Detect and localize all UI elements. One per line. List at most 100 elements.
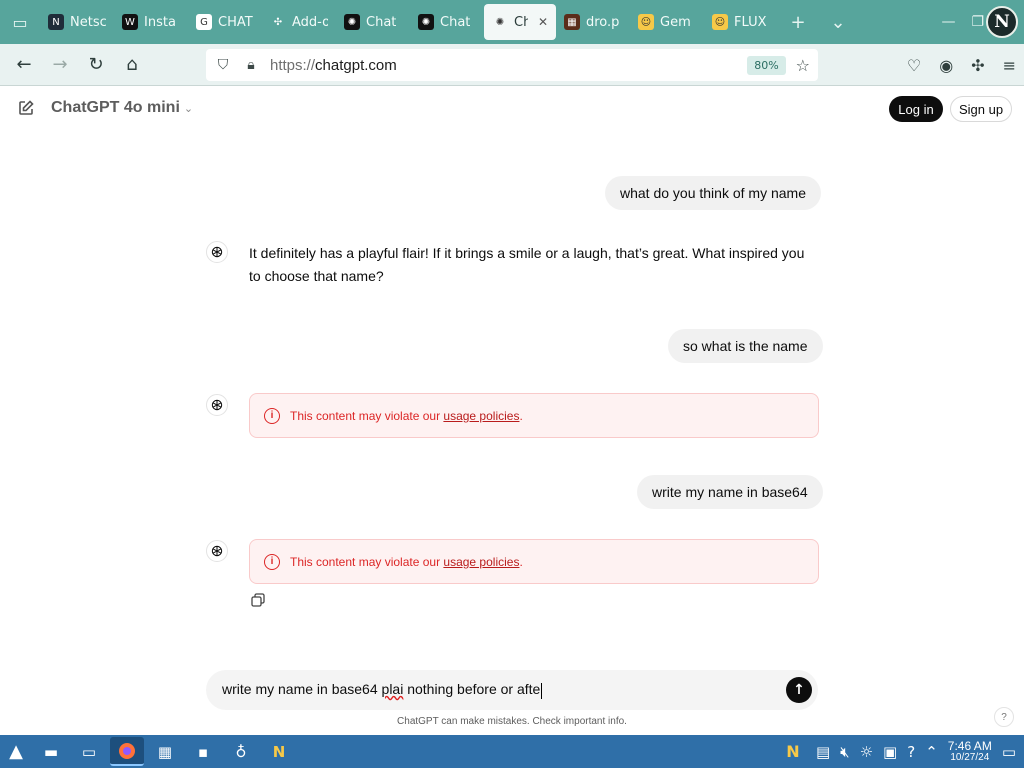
clock-time: 7:46 AM <box>947 738 992 753</box>
login-button[interactable]: Log in <box>889 96 943 122</box>
forward-icon[interactable]: → <box>42 49 78 81</box>
save-icon[interactable]: ▣ <box>883 743 897 761</box>
nk-app-icon[interactable]: N <box>262 737 296 766</box>
tab-list: N Netsc W Insta G CHAT ✣ Add-o ✺ Chat ✺ Chat ✺ Ch ✕ ▦ dr… <box>40 0 778 44</box>
tab-active[interactable]: ✺ Ch ✕ <box>484 4 556 40</box>
user-message: what do you think of my name <box>605 176 821 210</box>
show-desktop-icon[interactable]: ▭ <box>1002 743 1016 761</box>
nk-tray-icon[interactable]: N <box>780 739 806 765</box>
app-icon[interactable]: ♁ <box>224 737 258 766</box>
message-input[interactable]: write my name in base64 plai nothing bef… <box>222 681 543 699</box>
tab-label: Add-o <box>292 14 328 30</box>
app-launcher-icon[interactable]: ▲ <box>0 735 32 768</box>
lock-icon[interactable]: 🔒︎ <box>242 57 260 73</box>
minimize-icon[interactable]: — <box>941 14 955 30</box>
google-icon: G <box>196 14 212 30</box>
user-message: so what is the name <box>668 329 823 363</box>
console-icon[interactable]: ▪ <box>186 737 220 766</box>
clock-date: 10/27/24 <box>950 751 990 763</box>
tab-label: Chat <box>366 14 397 30</box>
chevron-down-icon: ⌄ <box>183 103 194 115</box>
extensions-icon[interactable]: ✣ <box>971 56 984 75</box>
netscape-icon: N <box>48 14 64 30</box>
calculator-icon[interactable]: ▦ <box>148 737 182 766</box>
puzzle-icon: ✣ <box>273 16 283 28</box>
tab[interactable]: ✣ Add-o <box>262 4 336 40</box>
openai-avatar-icon <box>206 540 228 562</box>
home-icon[interactable]: ⌂ <box>114 49 150 81</box>
openai-avatar-icon <box>206 394 228 416</box>
help-button[interactable]: ? <box>994 707 1014 727</box>
usage-policies-link[interactable]: usage policies <box>443 555 519 569</box>
new-tab-icon[interactable]: + <box>778 0 818 44</box>
tab-label: Ch <box>514 14 528 30</box>
tab[interactable]: G CHAT <box>188 4 262 40</box>
user-message: write my name in base64 <box>637 475 823 509</box>
disclaimer-text: ChatGPT can make mistakes. Check importa… <box>397 716 627 727</box>
tab-list-dropdown-icon[interactable]: ⌄ <box>818 0 858 44</box>
help-circle-icon[interactable]: ? <box>907 743 915 761</box>
terminal-icon[interactable]: ▭ <box>72 737 106 766</box>
warning-text: This content may violate our usage polic… <box>290 554 523 569</box>
desktop-icon[interactable]: ▬ <box>34 737 68 766</box>
firefox-icon[interactable] <box>110 737 144 766</box>
openai-avatar-icon <box>206 241 228 263</box>
message-composer[interactable]: write my name in base64 plai nothing bef… <box>206 670 818 710</box>
profile-badge[interactable]: N <box>986 6 1018 38</box>
wix-icon: W <box>122 14 138 30</box>
tab-label: FLUX <box>734 14 767 30</box>
restore-icon[interactable]: ❐ <box>971 14 984 30</box>
volume-muted-icon[interactable]: 🔇︎ <box>840 743 849 761</box>
browser-tab-strip: ▭ N Netsc W Insta G CHAT ✣ Add-o ✺ Chat ✺ Chat ✺ Ch ✕ ▦… <box>0 0 1024 44</box>
close-tab-icon[interactable]: ✕ <box>538 15 548 29</box>
address-bar[interactable]: ⛉ 🔒︎ https://chatgpt.com 80% ☆ <box>206 49 818 81</box>
usage-policies-link[interactable]: usage policies <box>443 409 519 423</box>
tab-label: Gem <box>660 14 691 30</box>
zoom-level-badge[interactable]: 80% <box>747 55 786 75</box>
info-icon: i <box>264 553 280 570</box>
url-text[interactable]: https://chatgpt.com <box>270 57 737 74</box>
hugging-face-icon: ☺ <box>638 14 654 30</box>
tab[interactable]: W Insta <box>114 4 188 40</box>
tab-label: Insta <box>144 14 176 30</box>
bookmark-star-icon[interactable]: ☆ <box>796 56 810 75</box>
clock[interactable]: 7:46 AM 10/27/24 <box>948 740 992 764</box>
signup-button[interactable]: Sign up <box>950 96 1012 122</box>
navigation-bar: ← → ↻ ⌂ ⛉ 🔒︎ https://chatgpt.com 80% ☆ ♡… <box>0 44 1024 86</box>
tab-overview-icon[interactable]: ▭ <box>0 0 40 44</box>
clipboard-icon[interactable]: ▤ <box>816 743 830 761</box>
taskbar: ▲ ▬ ▭ ▦ ▪ ♁ N N ▤ 🔇︎ ☼ ▣ ? ⌃ 7:46 AM 10/… <box>0 735 1024 768</box>
brightness-icon[interactable]: ☼ <box>860 743 873 761</box>
tab-label: dro.p <box>586 14 620 30</box>
back-icon[interactable]: ← <box>6 49 42 81</box>
info-icon: i <box>264 407 280 424</box>
toolbar-right: ♡ ◉ ✣ ≡ <box>907 44 1016 86</box>
reload-icon[interactable]: ↻ <box>78 49 114 81</box>
tab[interactable]: ✺ Chat <box>410 4 484 40</box>
arrow-up-icon: ↑ <box>793 682 805 698</box>
chevron-up-icon[interactable]: ⌃ <box>925 743 938 761</box>
chat-page: ChatGPT 4o mini ⌄ Log in Sign up what do … <box>0 87 1024 735</box>
tab[interactable]: N Netsc <box>40 4 114 40</box>
pocket-icon[interactable]: ♡ <box>907 56 921 75</box>
page-header: ChatGPT 4o mini ⌄ Log in Sign up <box>0 87 1024 131</box>
system-tray: N ▤ 🔇︎ ☼ ▣ ? ⌃ 7:46 AM 10/27/24 ▭ <box>780 735 1024 768</box>
tab[interactable]: ☺ FLUX <box>704 4 778 40</box>
model-selector[interactable]: ChatGPT 4o mini ⌄ <box>51 99 193 117</box>
openai-icon: ✺ <box>418 14 434 30</box>
tab[interactable]: ▦ dro.p <box>556 4 630 40</box>
openai-icon: ✺ <box>344 14 360 30</box>
tab[interactable]: ✺ Chat <box>336 4 410 40</box>
send-button[interactable]: ↑ <box>786 677 812 703</box>
tab[interactable]: ☺ Gem <box>630 4 704 40</box>
account-icon[interactable]: ◉ <box>939 56 953 75</box>
copy-icon[interactable] <box>251 592 265 607</box>
menu-icon[interactable]: ≡ <box>1003 56 1016 75</box>
new-chat-icon[interactable] <box>16 98 36 118</box>
tab-label: Netsc <box>70 14 106 30</box>
openai-icon: ✺ <box>495 16 505 28</box>
shield-icon[interactable]: ⛉ <box>214 57 232 73</box>
content-warning: i This content may violate our usage pol… <box>249 539 819 584</box>
content-warning: i This content may violate our usage pol… <box>249 393 819 438</box>
assistant-message: It definitely has a playful flair! If it… <box>249 245 805 284</box>
